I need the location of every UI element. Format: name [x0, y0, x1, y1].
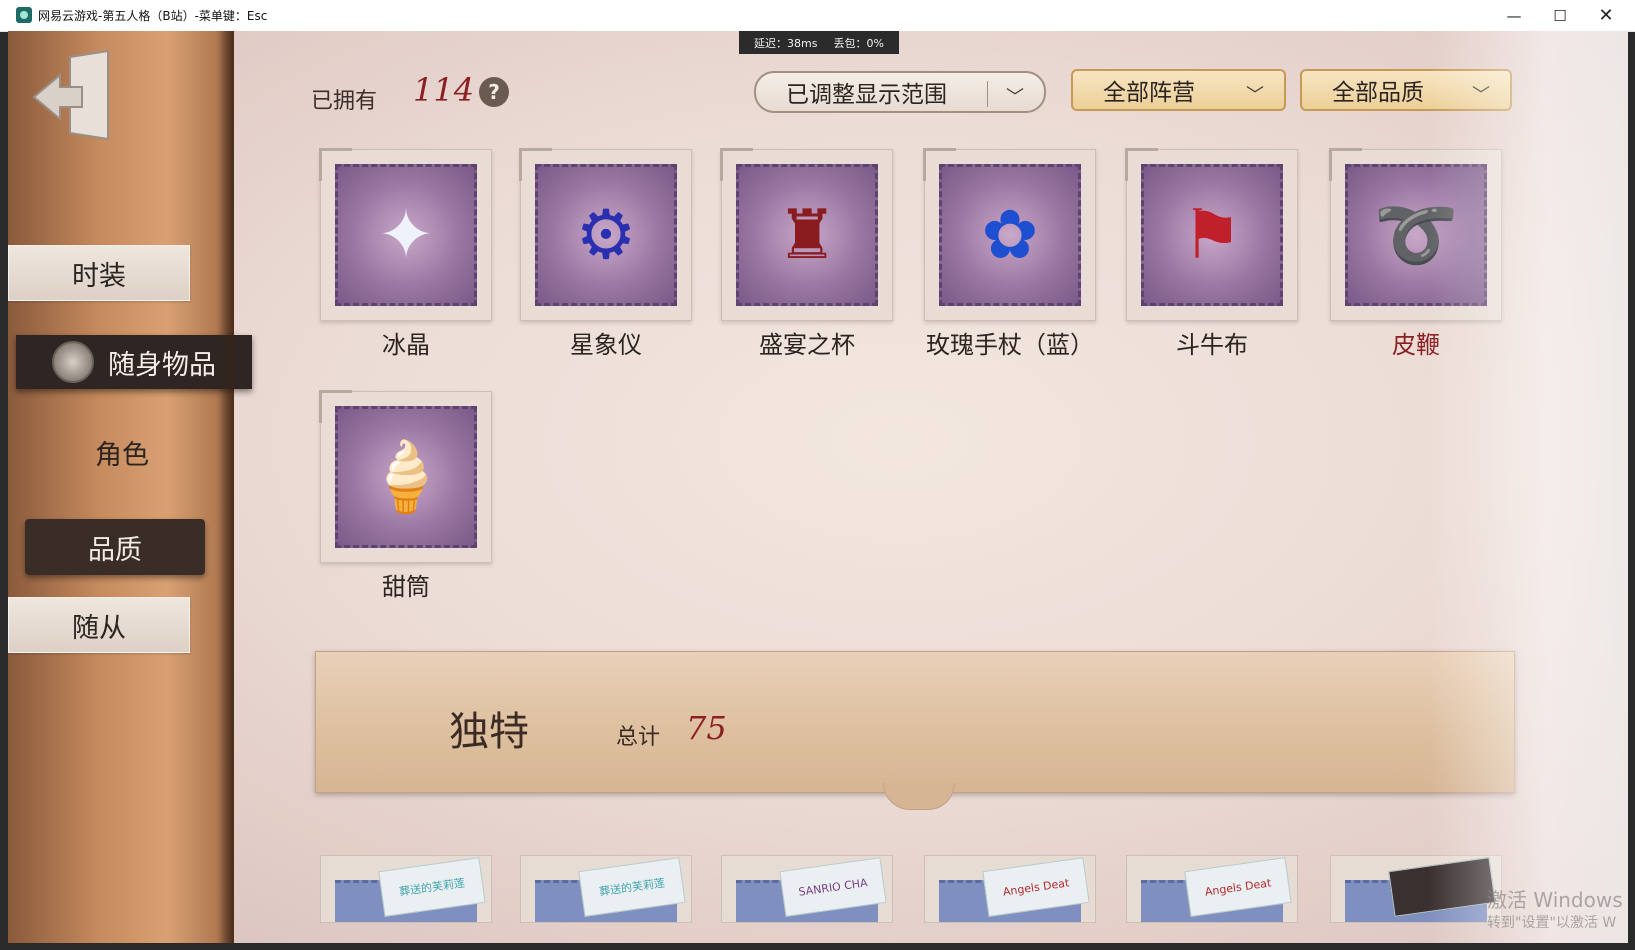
item-card[interactable]: ♜ 盛宴之杯 — [720, 148, 893, 361]
item-glyph: ⚑ — [1181, 195, 1243, 275]
item-glyph: ✿ — [981, 195, 1039, 275]
game-viewport: 时装 随身物品 角色 品质 随从 延迟：38ms 丢包：0% 已拥有 114 ?… — [8, 31, 1628, 943]
item-card[interactable]: ⚑ 斗牛布 — [1125, 148, 1298, 361]
item-label: 皮鞭 — [1392, 331, 1440, 359]
camp-filter-dropdown[interactable]: 全部阵营 ﹀ — [1071, 69, 1286, 111]
item-card[interactable]: ✿ 玫瑰手杖（蓝） — [923, 148, 1096, 361]
owned-label: 已拥有 — [311, 89, 378, 114]
item-card-partial[interactable]: 葬送的芙莉莲 — [320, 855, 492, 923]
sidebar-item-quality[interactable]: 品质 — [25, 519, 205, 575]
latency-readout: 延迟：38ms — [754, 36, 818, 50]
item-glyph: 🍦 — [363, 438, 449, 517]
astrolabe-icon: ⚙ — [535, 164, 677, 306]
exit-door-icon[interactable] — [30, 47, 120, 147]
network-status-bar: 延迟：38ms 丢包：0% — [739, 31, 899, 54]
ice-cream-icon: 🍦 — [335, 406, 477, 548]
sidebar-item-follower[interactable]: 随从 — [8, 597, 190, 653]
banner-notch — [883, 783, 955, 810]
chevron-down-icon: ﹀ — [1006, 87, 1024, 108]
minimize-button[interactable]: — — [1491, 0, 1537, 31]
dropdown-label: 已调整显示范围 — [786, 82, 947, 108]
whip-icon: ➰ — [1345, 164, 1487, 306]
item-card[interactable]: ✦ 冰晶 — [319, 148, 492, 361]
goblet-icon: ♜ — [736, 164, 878, 306]
item-glyph: ♜ — [776, 195, 838, 275]
dropdown-label: 全部品质 — [1332, 80, 1424, 106]
item-card-partial[interactable]: Angels Deat — [1126, 855, 1298, 923]
dropdown-separator — [987, 81, 988, 107]
item-card-partial[interactable] — [1330, 855, 1502, 923]
stamp-frame: ➰ — [1329, 148, 1502, 321]
item-label: 玫瑰手杖（蓝） — [926, 331, 1094, 359]
quality-filter-dropdown[interactable]: 全部品质 ﹀ — [1300, 69, 1512, 111]
bullfight-cape-icon: ⚑ — [1141, 164, 1283, 306]
item-glyph: ⚙ — [575, 195, 637, 275]
close-button[interactable]: ✕ — [1583, 0, 1629, 31]
stamp-frame: 🍦 — [319, 390, 492, 563]
chevron-down-icon: ﹀ — [1472, 85, 1490, 106]
item-card[interactable]: 🍦 甜筒 — [319, 390, 492, 603]
window-titlebar: 网易云游戏-第五人格（B站）-菜单键：Esc — ☐ ✕ — [0, 0, 1635, 32]
maximize-button[interactable]: ☐ — [1537, 0, 1583, 31]
item-card[interactable]: ➰ 皮鞭 — [1329, 148, 1502, 361]
item-card-partial[interactable]: 葬送的芙莉莲 — [520, 855, 692, 923]
owned-count: 114 — [413, 71, 475, 109]
display-range-dropdown[interactable]: 已调整显示范围 ﹀ — [754, 71, 1046, 113]
category-title: 独特 — [449, 709, 529, 755]
stamp-frame: ✦ — [319, 148, 492, 321]
item-card[interactable]: ⚙ 星象仪 — [519, 148, 692, 361]
item-label: 盛宴之杯 — [759, 331, 855, 359]
window-title: 网易云游戏-第五人格（B站）-菜单键：Esc — [38, 9, 268, 23]
item-card-partial[interactable]: SANRIO CHA — [721, 855, 893, 923]
sidebar-item-fashion[interactable]: 时装 — [8, 245, 190, 301]
item-label: 甜筒 — [382, 573, 430, 601]
sidebar-item-label: 随身物品 — [108, 349, 216, 381]
chevron-down-icon: ﹀ — [1246, 85, 1264, 106]
packet-loss-readout: 丢包：0% — [833, 36, 884, 50]
rose-cane-icon: ✿ — [939, 164, 1081, 306]
dropdown-label: 全部阵营 — [1103, 80, 1195, 106]
sidebar-item-accessories[interactable]: 随身物品 — [16, 335, 252, 389]
badge-icon — [52, 341, 94, 383]
category-total-label: 总计 — [616, 725, 661, 750]
sidebar-item-character[interactable]: 角色 — [32, 425, 212, 479]
item-label: 冰晶 — [382, 331, 430, 359]
help-icon[interactable]: ? — [479, 77, 509, 107]
app-logo-icon — [16, 7, 32, 23]
category-total: 75 — [686, 709, 727, 747]
stamp-frame: ⚑ — [1125, 148, 1298, 321]
item-glyph: ➰ — [1373, 196, 1459, 275]
activation-watermark-subtitle: 转到"设置"以激活 W — [1487, 915, 1617, 931]
activation-watermark-title: 激活 Windows — [1487, 888, 1623, 912]
stamp-frame: ⚙ — [519, 148, 692, 321]
item-label: 星象仪 — [570, 331, 642, 359]
left-nav-panel: 时装 随身物品 角色 品质 随从 — [8, 31, 252, 943]
stamp-frame: ✿ — [923, 148, 1096, 321]
crystal-icon: ✦ — [335, 164, 477, 306]
item-glyph: ✦ — [377, 195, 435, 275]
stamp-frame: ♜ — [720, 148, 893, 321]
item-label: 斗牛布 — [1176, 331, 1248, 359]
item-card-partial[interactable]: Angels Deat — [924, 855, 1096, 923]
